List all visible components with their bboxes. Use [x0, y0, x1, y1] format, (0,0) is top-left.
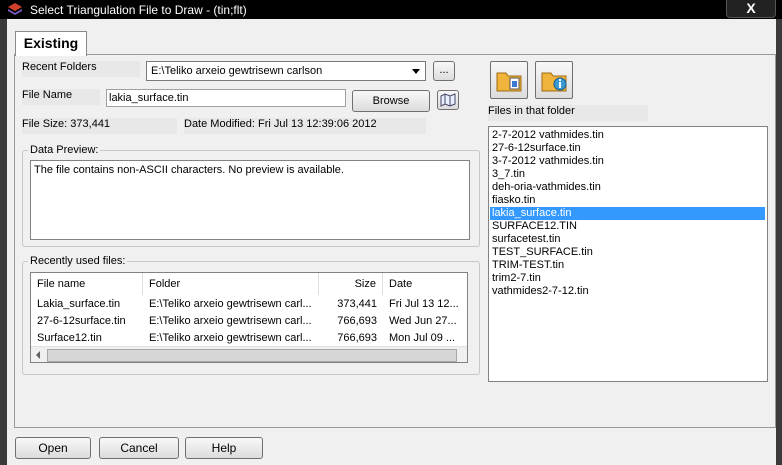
- date-modified-text: Date Modified: Fri Jul 13 12:39:06 2012: [184, 118, 426, 134]
- window-title: Select Triangulation File to Draw - (tin…: [30, 3, 247, 17]
- row-size: 766,693: [337, 332, 377, 344]
- folder-info-icon: [541, 72, 567, 92]
- row-date: Fri Jul 13 12...: [389, 298, 459, 310]
- recent-files-list[interactable]: File name Folder Size Date Lakia_surface…: [30, 272, 468, 363]
- data-preview-textbox[interactable]: The file contains non-ASCII characters. …: [30, 160, 470, 240]
- scroll-thumb[interactable]: [47, 349, 457, 362]
- row-size: 373,441: [337, 298, 377, 310]
- list-item[interactable]: 27-6-12surface.tin: [492, 142, 581, 155]
- list-item[interactable]: 3_7.tin: [492, 168, 525, 181]
- list-item[interactable]: trim2-7.tin: [492, 272, 541, 285]
- title-bar: Select Triangulation File to Draw - (tin…: [0, 0, 782, 19]
- list-item[interactable]: deh-oria-vathmides.tin: [492, 181, 601, 194]
- data-preview-title: Data Preview:: [28, 144, 101, 156]
- recent-files-title: Recently used files:: [28, 255, 128, 267]
- horizontal-scrollbar[interactable]: [31, 346, 467, 362]
- tab-existing[interactable]: Existing: [15, 31, 87, 56]
- list-item[interactable]: SURFACE12.TIN: [492, 220, 577, 233]
- row-folder: E:\Teliko arxeio gewtrisewn carl...: [149, 298, 312, 310]
- list-item[interactable]: 2-7-2012 vathmides.tin: [492, 129, 604, 142]
- dropdown-arrow-icon: [412, 69, 420, 74]
- window-frame-right: [776, 19, 782, 465]
- row-date: Wed Jun 27...: [389, 315, 457, 327]
- recent-folders-label: Recent Folders: [22, 61, 140, 77]
- cancel-button[interactable]: Cancel: [99, 437, 179, 459]
- row-date: Mon Jul 09 ...: [389, 332, 456, 344]
- column-header-date[interactable]: Date: [383, 273, 467, 295]
- row-file-name: 27-6-12surface.tin: [37, 315, 126, 327]
- recent-folders-browse-button[interactable]: ...: [433, 61, 455, 81]
- folder-open-button[interactable]: [490, 61, 528, 99]
- list-item[interactable]: TEST_SURFACE.tin: [492, 246, 593, 259]
- row-file-name: Lakia_surface.tin: [37, 298, 121, 310]
- files-in-folder-label: Files in that folder: [488, 105, 648, 121]
- file-name-value: lakia_surface.tin: [109, 92, 189, 104]
- list-item[interactable]: vathmides2-7-12.tin: [492, 285, 589, 298]
- app-icon: [8, 3, 22, 15]
- recent-folders-value: E:\Teliko arxeio gewtrisewn carlson: [151, 65, 323, 77]
- folder-open-icon: [496, 72, 522, 92]
- file-name-input[interactable]: lakia_surface.tin: [106, 89, 346, 107]
- file-size-text: File Size: 373,441: [22, 118, 177, 134]
- recent-folders-dropdown[interactable]: E:\Teliko arxeio gewtrisewn carlson: [146, 61, 426, 81]
- column-header-folder[interactable]: Folder: [143, 273, 319, 295]
- file-name-label: File Name: [22, 89, 100, 105]
- row-folder: E:\Teliko arxeio gewtrisewn carl...: [149, 315, 312, 327]
- row-size: 766,693: [337, 315, 377, 327]
- row-folder: E:\Teliko arxeio gewtrisewn carl...: [149, 332, 312, 344]
- list-item[interactable]: fiasko.tin: [492, 194, 535, 207]
- list-item[interactable]: 3-7-2012 vathmides.tin: [492, 155, 604, 168]
- list-item[interactable]: surfacetest.tin: [492, 233, 560, 246]
- browse-button[interactable]: Browse: [352, 90, 430, 112]
- close-button[interactable]: X: [726, 0, 776, 18]
- open-button[interactable]: Open: [15, 437, 91, 459]
- list-item-selected[interactable]: lakia_surface.tin: [490, 207, 765, 220]
- window-frame-left: [0, 19, 7, 465]
- files-in-folder-list[interactable]: 2-7-2012 vathmides.tin 27-6-12surface.ti…: [488, 126, 768, 382]
- map-view-button[interactable]: [437, 90, 459, 110]
- column-header-size[interactable]: Size: [319, 273, 383, 295]
- folder-info-button[interactable]: [535, 61, 573, 99]
- column-header-file-name[interactable]: File name: [31, 273, 143, 295]
- map-icon: [440, 93, 456, 107]
- scroll-left-icon[interactable]: [34, 350, 42, 360]
- help-button[interactable]: Help: [185, 437, 263, 459]
- row-file-name: Surface12.tin: [37, 332, 102, 344]
- list-item[interactable]: TRIM-TEST.tin: [492, 259, 564, 272]
- data-preview-text: The file contains non-ASCII characters. …: [34, 164, 344, 176]
